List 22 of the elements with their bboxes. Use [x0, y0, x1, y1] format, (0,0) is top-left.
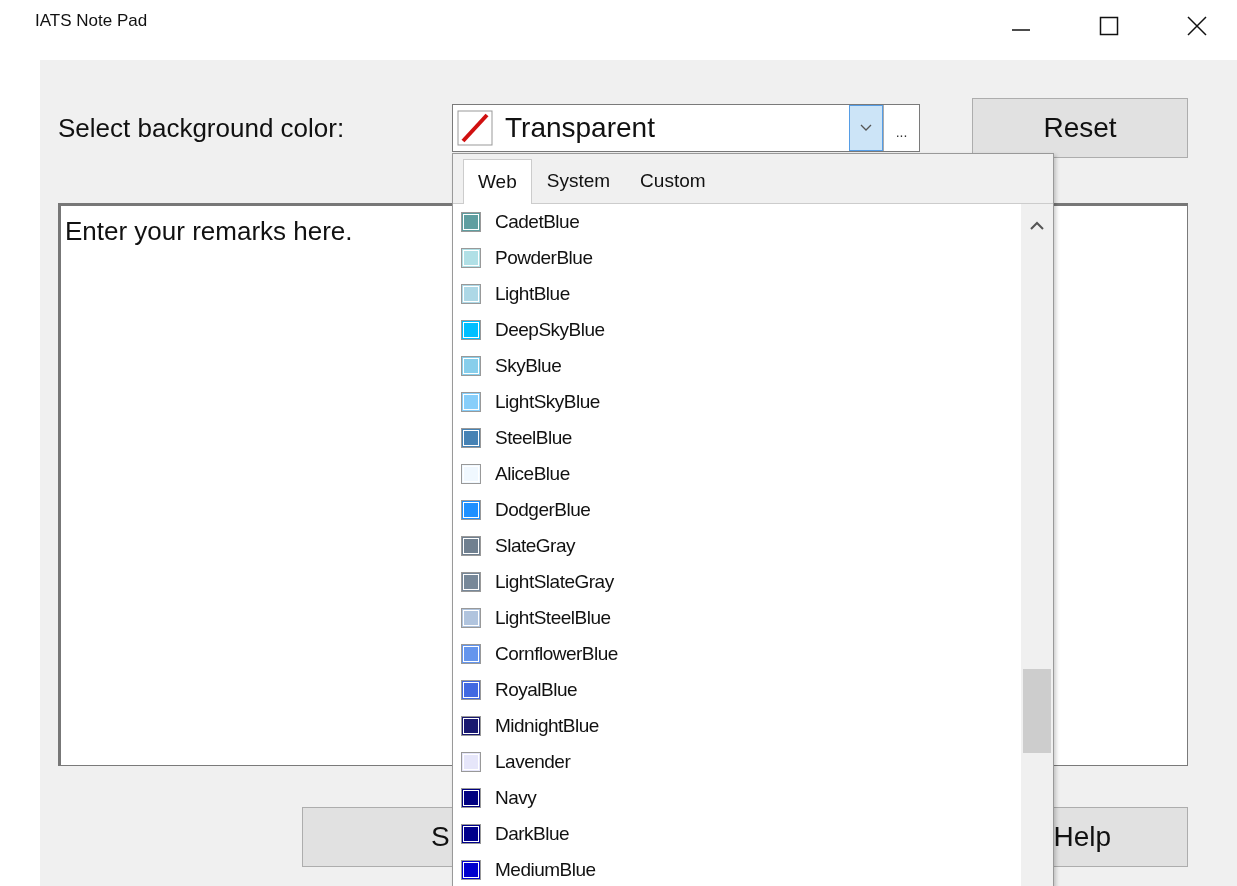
color-name: DarkBlue	[495, 821, 570, 846]
field-label: Select background color:	[58, 111, 346, 145]
window-title: IATS Note Pad	[35, 10, 148, 32]
color-name: SteelBlue	[495, 425, 572, 450]
color-name: MediumBlue	[495, 857, 596, 882]
color-name: RoyalBlue	[495, 677, 578, 702]
color-name: SkyBlue	[495, 353, 562, 378]
selected-color: Transparent	[504, 111, 656, 145]
color-name: Navy	[495, 785, 537, 810]
color-name: LightSteelBlue	[495, 605, 611, 630]
color-name: LightSlateGray	[495, 569, 614, 594]
color-name: PowderBlue	[495, 245, 593, 270]
color-name: LightSkyBlue	[495, 389, 600, 414]
color-name: SlateGray	[495, 533, 575, 558]
color-name: Lavender	[495, 749, 571, 774]
color-name: AliceBlue	[495, 461, 570, 486]
color-name: CornflowerBlue	[495, 641, 618, 666]
color-name: LightBlue	[495, 281, 570, 306]
color-name: DeepSkyBlue	[495, 317, 605, 342]
color-name: CadetBlue	[495, 209, 580, 234]
color-name: DodgerBlue	[495, 497, 591, 522]
color-name: MidnightBlue	[495, 713, 599, 738]
